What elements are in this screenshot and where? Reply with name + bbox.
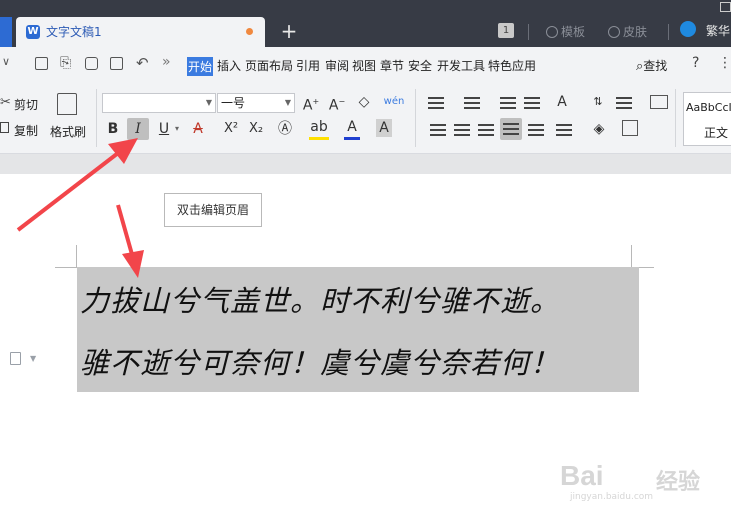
annotation-arrows	[16, 138, 144, 278]
arrow-to-text	[116, 204, 144, 278]
